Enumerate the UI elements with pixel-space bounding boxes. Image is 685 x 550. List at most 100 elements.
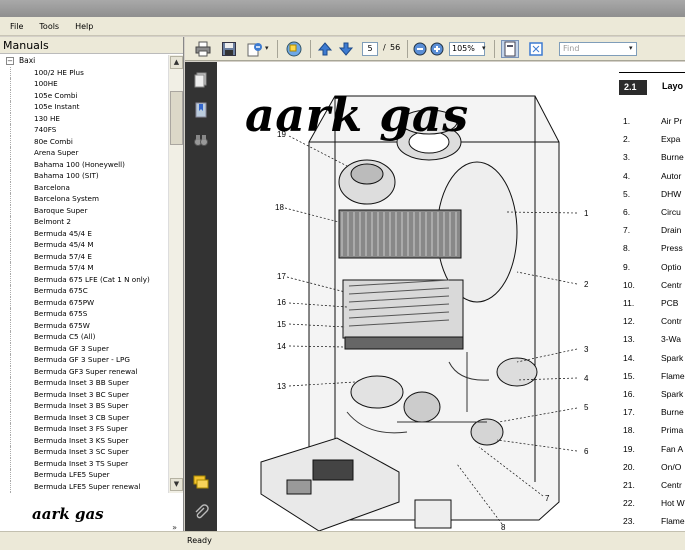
legend-label: Circu (661, 207, 681, 217)
tree-item[interactable]: Bermuda GF3 Super renewal (10, 365, 168, 377)
legend-number: 3. (623, 152, 631, 163)
tree-item[interactable]: Bermuda LFE5 Super renewal (10, 480, 168, 492)
legend-label: Spark (661, 389, 684, 399)
callout-7: 7 (545, 494, 550, 503)
tree-item[interactable]: Bermuda Inset 3 SC Super (10, 446, 168, 458)
legend-number: 12. (623, 316, 635, 327)
toolbar-divider (494, 40, 495, 58)
zoom-in-icon[interactable] (428, 40, 446, 58)
legend-number: 4. (623, 170, 631, 181)
fit-page-icon[interactable] (501, 40, 519, 58)
watermark-text: aark gas (245, 88, 469, 142)
tree-node-baxi[interactable]: − Baxi (0, 55, 168, 67)
tree-item[interactable]: Bahama 100 (SIT) (10, 170, 168, 182)
tree-item[interactable]: 130 HE (10, 112, 168, 124)
tree-item[interactable]: Bermuda 675C (10, 285, 168, 297)
legend-label: Flame (661, 370, 685, 381)
tree-item[interactable]: Bermuda 675PW (10, 296, 168, 308)
scroll-down-icon[interactable]: ▼ (170, 478, 183, 491)
full-screen-icon[interactable] (527, 40, 545, 58)
next-page-icon[interactable] (337, 40, 355, 58)
find-input[interactable]: Find (559, 42, 637, 56)
menu-tools[interactable]: Tools (33, 22, 65, 31)
scroll-thumb[interactable] (170, 91, 183, 145)
callout-17: 17 (277, 272, 286, 281)
attachment-icon[interactable] (191, 502, 211, 522)
tree-item[interactable]: Bermuda Inset 3 BB Super (10, 377, 168, 389)
tree-item[interactable]: Bermuda 45/4 E (10, 227, 168, 239)
tree-item[interactable]: Bermuda Inset 3 CB Super (10, 411, 168, 423)
tree-item[interactable]: Bermuda GF 3 Super - LPG (10, 354, 168, 366)
tree-item[interactable]: Baroque Super (10, 204, 168, 216)
callout-1: 1 (584, 209, 589, 218)
callout-3: 3 (584, 345, 589, 354)
document-page: 19 18 17 16 15 14 13 1 2 3 4 5 6 7 8 aar… (217, 62, 685, 531)
legend-number: 22. (623, 498, 635, 509)
search-binoculars-icon[interactable] (191, 130, 211, 150)
legend-label: DHW (661, 188, 682, 199)
tree-item[interactable]: Bermuda LFE5 Super (10, 469, 168, 481)
callout-5: 5 (584, 403, 589, 412)
tree-item[interactable]: 740FS (10, 124, 168, 136)
legend-number: 2. (623, 134, 631, 145)
tree-item[interactable]: Arena Super (10, 147, 168, 159)
tree-item[interactable]: Bermuda 675S (10, 308, 168, 320)
tree-item[interactable]: Bermuda Inset 3 TS Super (10, 457, 168, 469)
callout-16: 16 (277, 298, 286, 307)
save-icon[interactable] (220, 40, 238, 58)
tree-item[interactable]: Bermuda 675W (10, 319, 168, 331)
callout-8: 8 (501, 523, 506, 531)
pages-icon[interactable] (191, 70, 211, 90)
print-icon[interactable] (194, 40, 212, 58)
tree-item[interactable]: Bermuda C5 (All) (10, 331, 168, 343)
tree-item[interactable]: Bermuda 57/4 M (10, 262, 168, 274)
toolbar-divider (310, 40, 311, 58)
tree-item[interactable]: Bermuda Inset 3 BC Super (10, 388, 168, 400)
tree-item[interactable]: 100/2 HE Plus (10, 66, 168, 78)
legend-label: Prima (661, 425, 684, 436)
tree-item[interactable]: Bermuda Inset 3 BS Super (10, 400, 168, 412)
tree-scrollbar[interactable]: ▲ ▼ (168, 55, 183, 493)
legend-number: 18. (623, 425, 635, 436)
zoom-out-icon[interactable] (411, 40, 429, 58)
comment-icon[interactable] (285, 40, 303, 58)
legend-label: PCB (661, 298, 679, 308)
tree-item[interactable]: 105e Instant (10, 101, 168, 113)
tree-item[interactable]: Barcelona System (10, 193, 168, 205)
previous-page-icon[interactable] (316, 40, 334, 58)
menu-help[interactable]: Help (69, 22, 99, 31)
menu-file[interactable]: File (4, 22, 29, 31)
menu-bar: File Tools Help (0, 17, 685, 36)
tree-item[interactable]: 100HE (10, 78, 168, 90)
tree-item[interactable]: Bermuda 675 LFE (Cat 1 N only) (10, 273, 168, 285)
tree-item[interactable]: Bermuda 57/4 E (10, 250, 168, 262)
find-dropdown-icon[interactable]: ▾ (629, 44, 633, 52)
share-icon[interactable] (246, 40, 264, 58)
page-number-input[interactable]: 5 (362, 42, 378, 56)
tree-item[interactable]: Bermuda GF 3 Super (10, 342, 168, 354)
share-dropdown-icon[interactable]: ▾ (265, 44, 269, 52)
legend-label: Centr (661, 279, 682, 290)
legend-number: 8. (623, 243, 631, 254)
tree-node-label: Baxi (19, 56, 36, 65)
scroll-up-icon[interactable]: ▲ (170, 56, 183, 69)
legend-label: Spark (661, 352, 684, 363)
collapse-icon[interactable]: − (6, 57, 14, 65)
tree-item[interactable]: 80e Combi (10, 135, 168, 147)
tree-item[interactable]: Bermuda 45/4 M (10, 239, 168, 251)
legend-number: 10. (623, 279, 635, 290)
legend-number: 16. (623, 389, 635, 399)
tree-item[interactable]: Bermuda Inset 3 FS Super (10, 423, 168, 435)
zoom-dropdown-icon[interactable]: ▾ (482, 44, 486, 52)
tree-item[interactable]: Bermuda RHS (10, 492, 168, 493)
tree-item[interactable]: Bahama 100 (Honeywell) (10, 158, 168, 170)
tree-item[interactable]: 105e Combi (10, 89, 168, 101)
bookmarks-icon[interactable] (191, 100, 211, 120)
tree-item[interactable]: Barcelona (10, 181, 168, 193)
legend-number: 7. (623, 225, 631, 236)
tree-item[interactable]: Belmont 2 (10, 216, 168, 228)
tree-item[interactable]: Bermuda Inset 3 KS Super (10, 434, 168, 446)
comments-icon[interactable] (191, 472, 211, 492)
zoom-level-field[interactable]: 105% (449, 42, 485, 56)
legend-number: 23. (623, 516, 635, 527)
